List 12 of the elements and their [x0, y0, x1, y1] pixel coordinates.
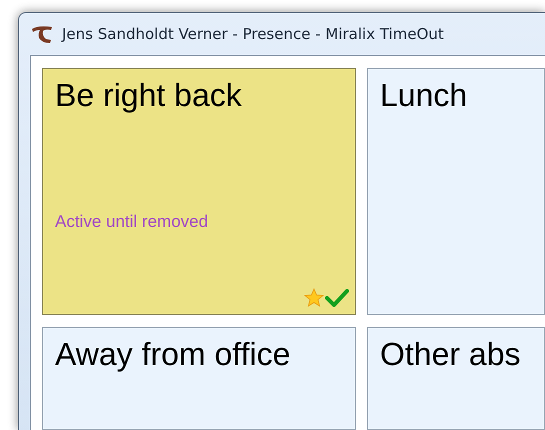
- tile-label: Lunch: [380, 77, 468, 114]
- checkmark-icon: [325, 288, 349, 308]
- presence-tile[interactable]: Other abs: [367, 327, 545, 430]
- tile-label: Away from office: [55, 336, 292, 373]
- star-icon: [304, 288, 324, 308]
- presence-tile[interactable]: Away from office: [42, 327, 356, 430]
- presence-tile[interactable]: Lunch: [367, 68, 545, 315]
- window-title: Jens Sandholdt Verner - Presence - Miralix TimeOut: [62, 25, 444, 43]
- presence-tile[interactable]: Be right back Active until removed: [42, 68, 356, 315]
- tile-label: Other abs: [380, 336, 522, 373]
- tile-note: Active until removed: [55, 212, 210, 232]
- tile-label: Be right back: [55, 77, 243, 114]
